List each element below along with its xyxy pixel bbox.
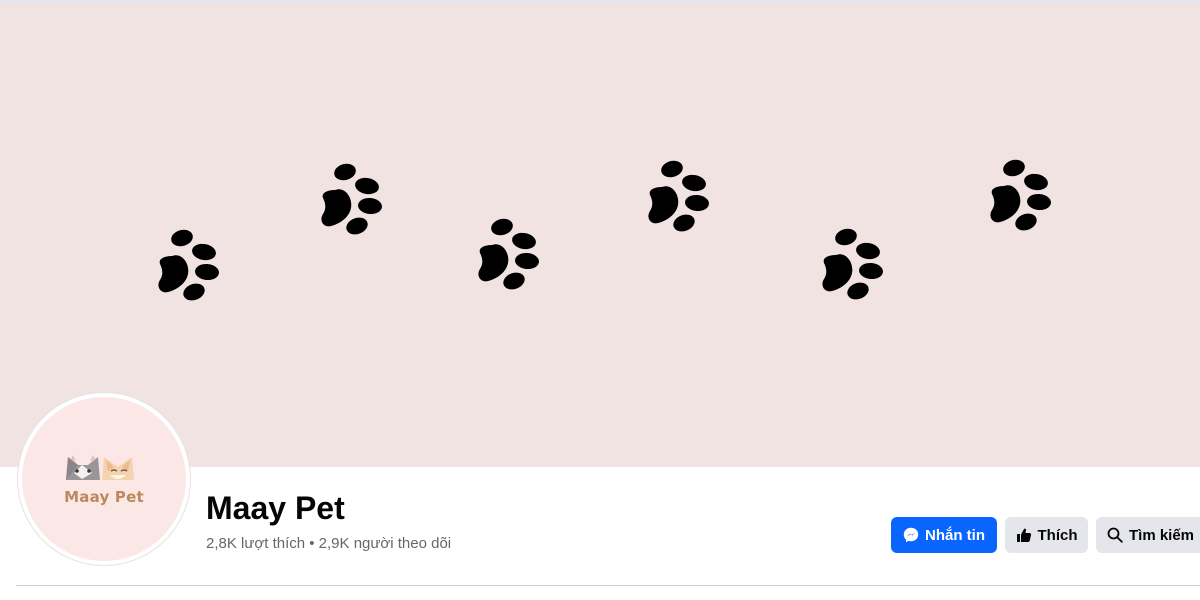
page-stats[interactable]: 2,8K lượt thích • 2,9K người theo dõi [206,535,451,552]
paw-icon [822,226,884,303]
search-button[interactable]: Tìm kiếm [1096,517,1200,553]
paw-icon [648,158,710,235]
paw-icon [321,161,383,238]
paw-icon [158,227,220,304]
like-button-label: Thích [1037,526,1078,544]
paw-icon [990,157,1052,234]
message-button-label: Nhắn tin [925,526,985,544]
messenger-icon [903,527,919,543]
section-divider [16,585,1200,586]
cat-and-fox-logo-icon [66,455,134,480]
like-button[interactable]: Thích [1005,517,1088,553]
fox-icon [102,457,134,480]
profile-logo: Maay Pet [22,397,186,561]
profile-picture[interactable]: Maay Pet [18,393,190,565]
paw-icon [478,216,540,293]
page-title[interactable]: Maay Pet [206,490,345,527]
message-button[interactable]: Nhắn tin [891,517,997,553]
cat-icon [66,455,100,480]
thumbs-up-icon [1016,527,1032,543]
search-button-label: Tìm kiếm [1129,526,1195,544]
search-icon [1107,527,1123,543]
logo-text: Maay Pet [64,488,144,506]
